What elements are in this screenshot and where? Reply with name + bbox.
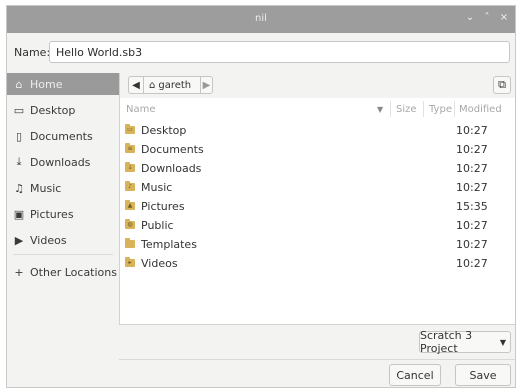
minimize-icon[interactable]: ⌄ [465, 12, 475, 23]
name-row: Name: Hello World.sb3 [7, 33, 515, 73]
new-folder-icon: ⧉ [498, 78, 506, 91]
save-button[interactable]: Save [455, 364, 511, 386]
file-name: Pictures [141, 200, 185, 213]
file-row-pictures[interactable]: ▲ Pictures 15:35 [120, 197, 515, 216]
file-modified: 10:27 [456, 124, 488, 137]
download-icon: ⤓ [16, 155, 22, 168]
forward-button[interactable]: ▶ [200, 76, 213, 94]
places-sidebar: ⌂ Home ▭ Desktop ▯ Documents ⤓ Downloads… [7, 73, 119, 387]
file-row-documents[interactable]: ≡ Documents 10:27 [120, 140, 515, 159]
file-row-public[interactable]: ◍ Public 10:27 [120, 216, 515, 235]
folder-icon: ↓ [125, 162, 135, 172]
folder-icon: ≡ [125, 143, 135, 153]
folder-icon: ▭ [125, 124, 135, 134]
breadcrumb-label: gareth [158, 79, 192, 91]
column-type[interactable]: Type [429, 104, 452, 115]
file-modified: 10:27 [456, 257, 488, 270]
window-title: nil [255, 13, 267, 24]
folder-icon: ♪ [125, 181, 135, 191]
file-row-videos[interactable]: ▸ Videos 10:27 [120, 254, 515, 273]
file-modified: 10:27 [456, 181, 488, 194]
file-type-filter[interactable]: Scratch 3 Project ▼ [419, 329, 511, 355]
sidebar-item-label: Music [30, 181, 62, 195]
path-bar: ◀ ⌂ gareth ▶ ⧉ [120, 73, 515, 98]
sidebar-item-label: Other Locations [30, 265, 117, 279]
sidebar-item-desktop[interactable]: ▭ Desktop [7, 99, 119, 121]
sidebar-item-documents[interactable]: ▯ Documents [7, 125, 119, 147]
file-name: Videos [141, 257, 178, 270]
back-button[interactable]: ◀ [128, 76, 144, 94]
column-size[interactable]: Size [396, 104, 417, 115]
sidebar-item-pictures[interactable]: ▣ Pictures [7, 203, 119, 225]
documents-icon: ▯ [15, 129, 23, 143]
name-label: Name: [14, 46, 51, 59]
column-header: Name ▼ Size Type Modified [120, 98, 515, 120]
filename-input[interactable]: Hello World.sb3 [49, 41, 510, 63]
folder-icon: ◍ [125, 219, 135, 229]
file-name: Desktop [141, 124, 187, 137]
close-icon[interactable]: × [499, 12, 509, 23]
file-modified: 10:27 [456, 219, 488, 232]
sidebar-divider [13, 254, 113, 255]
breadcrumb-home[interactable]: ⌂ gareth [143, 76, 201, 94]
file-name: Documents [141, 143, 204, 156]
sidebar-item-label: Pictures [30, 207, 74, 221]
sidebar-item-music[interactable]: ♫ Music [7, 177, 119, 199]
sidebar-item-label: Videos [30, 233, 67, 247]
folder-icon: ▸ [125, 257, 135, 267]
pictures-icon: ▣ [13, 207, 25, 221]
music-icon: ♫ [14, 181, 24, 195]
chevron-down-icon: ▼ [499, 337, 506, 347]
filter-label: Scratch 3 Project [420, 329, 473, 355]
file-modified: 15:35 [456, 200, 488, 213]
sidebar-item-label: Downloads [30, 155, 91, 169]
sidebar-item-other-locations[interactable]: + Other Locations [7, 261, 119, 283]
videos-icon: ▶ [14, 233, 24, 247]
file-name: Templates [141, 238, 197, 251]
file-modified: 10:27 [456, 238, 488, 251]
save-dialog: nil ⌄ ˄ × Name: Hello World.sb3 ⌂ Home ▭… [6, 5, 516, 388]
home-icon: ⌂ [15, 77, 23, 91]
file-row-desktop[interactable]: ▭ Desktop 10:27 [120, 121, 515, 140]
sidebar-item-home[interactable]: ⌂ Home [7, 73, 119, 95]
column-divider [390, 101, 391, 117]
column-divider [454, 101, 455, 117]
sidebar-item-videos[interactable]: ▶ Videos [7, 229, 119, 251]
window-controls: ⌄ ˄ × [465, 12, 509, 23]
sidebar-item-downloads[interactable]: ⤓ Downloads [7, 151, 119, 173]
file-name: Downloads [141, 162, 202, 175]
column-modified[interactable]: Modified [459, 104, 502, 115]
new-folder-button[interactable]: ⧉ [493, 76, 511, 94]
column-divider [423, 101, 424, 117]
file-row-music[interactable]: ♪ Music 10:27 [120, 178, 515, 197]
file-row-templates[interactable]: Templates 10:27 [120, 235, 515, 254]
divider [119, 324, 515, 325]
column-name[interactable]: Name [126, 104, 156, 115]
file-modified: 10:27 [456, 162, 488, 175]
folder-icon [125, 238, 135, 248]
file-modified: 10:27 [456, 143, 488, 156]
file-row-downloads[interactable]: ↓ Downloads 10:27 [120, 159, 515, 178]
chevron-right-icon: ▶ [202, 79, 211, 91]
title-bar[interactable]: nil ⌄ ˄ × [7, 6, 515, 33]
folder-icon: ▲ [125, 200, 135, 210]
sidebar-item-label: Desktop [30, 103, 76, 117]
chevron-left-icon: ◀ [132, 79, 140, 91]
maximize-icon[interactable]: ˄ [482, 12, 492, 23]
cancel-button[interactable]: Cancel [389, 364, 441, 386]
home-icon: ⌂ [149, 79, 156, 91]
divider [119, 359, 515, 360]
file-browser: ◀ ⌂ gareth ▶ ⧉ Name ▼ Size Type Modified [119, 73, 515, 324]
sidebar-item-label: Home [30, 77, 63, 91]
sidebar-item-label: Documents [30, 129, 93, 143]
plus-icon: + [14, 265, 24, 279]
file-name: Public [141, 219, 174, 232]
desktop-folder-icon: ▭ [13, 103, 25, 117]
file-name: Music [141, 181, 173, 194]
sort-descending-icon: ▼ [377, 105, 384, 114]
